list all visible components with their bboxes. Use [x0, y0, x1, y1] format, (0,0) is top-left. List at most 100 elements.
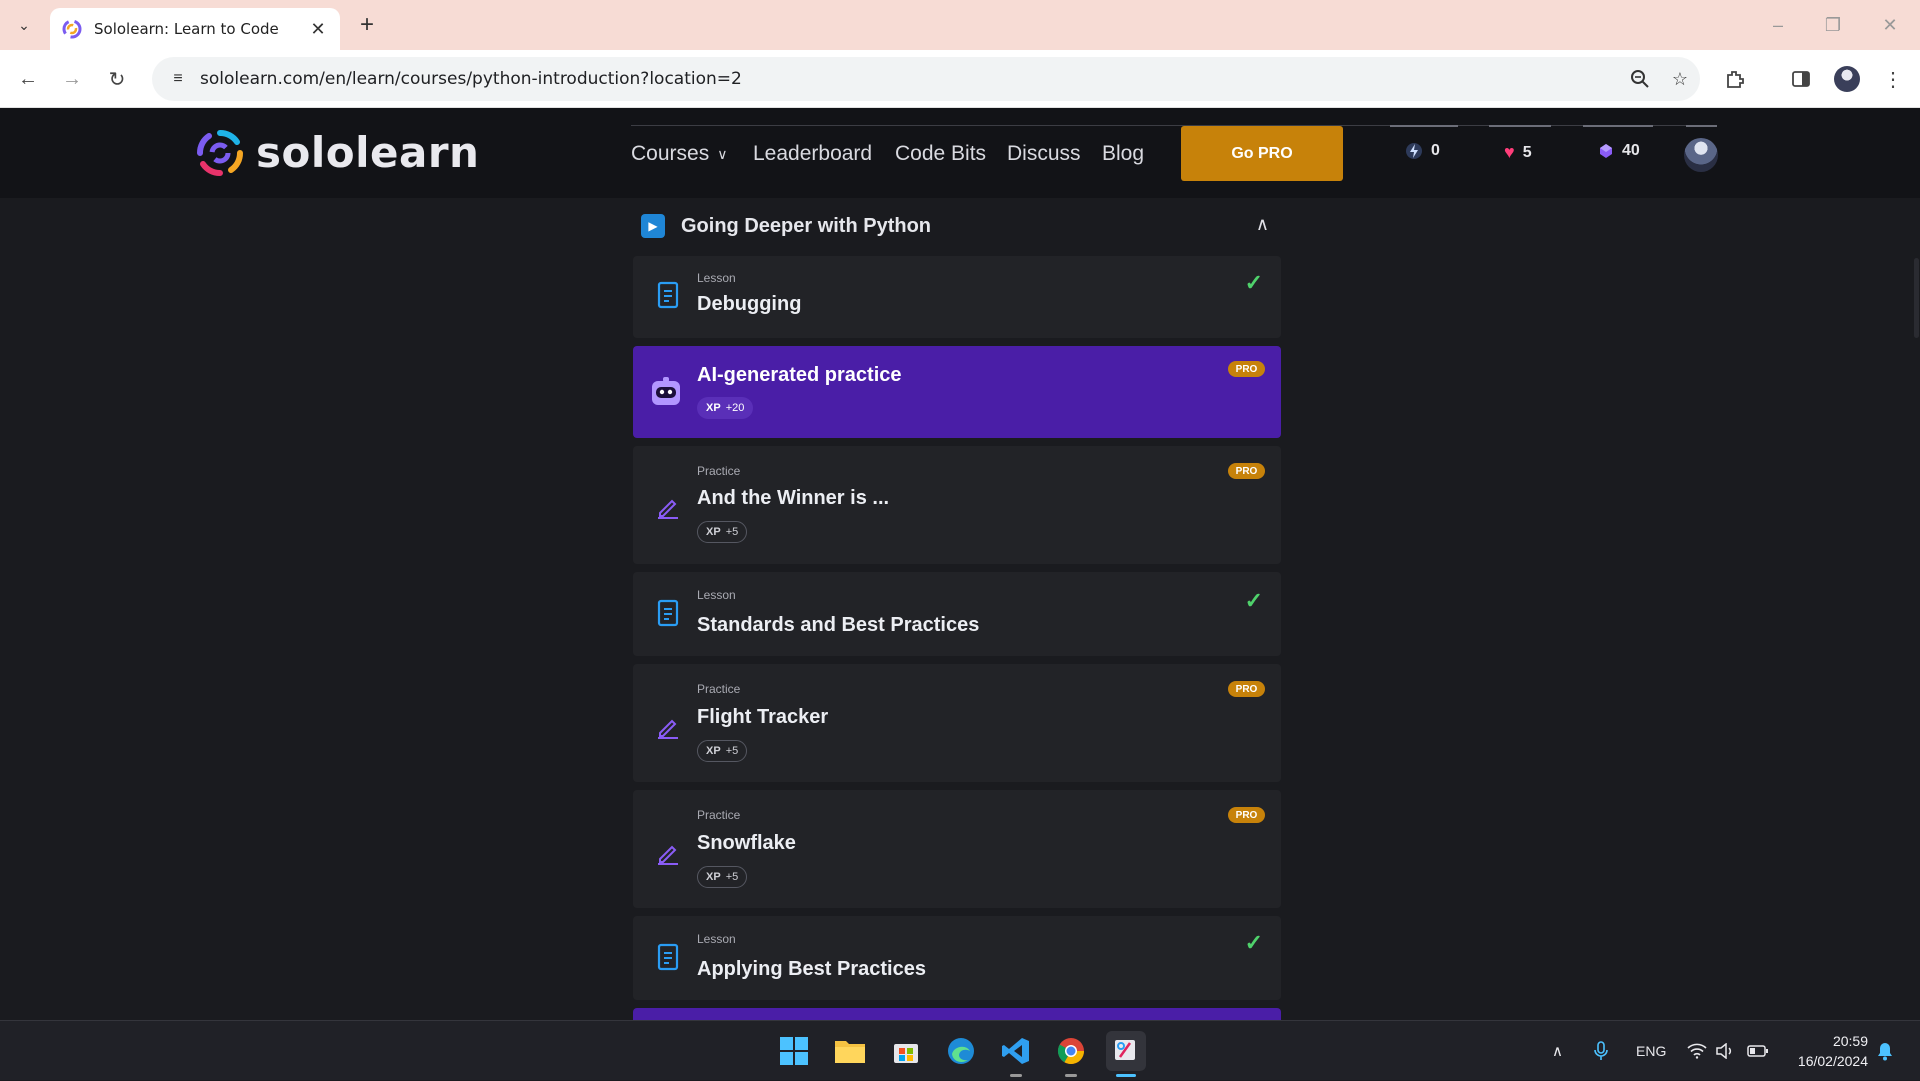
xp-label: XP — [706, 402, 721, 414]
item-title: Flight Tracker — [697, 706, 829, 728]
menu-icon[interactable]: ⋮ — [1876, 62, 1910, 96]
minimize-icon[interactable]: – — [1758, 10, 1798, 40]
file-explorer-icon[interactable] — [830, 1031, 870, 1071]
browser-toolbar: ← → ↻ ≡ sololearn.com/en/learn/courses/p… — [0, 50, 1920, 108]
item-title: And the Winner is ... — [697, 487, 890, 509]
language-indicator[interactable]: ENG — [1636, 1021, 1666, 1081]
pro-badge: PRO — [1228, 361, 1265, 377]
play-icon: ▶ — [641, 214, 665, 238]
plus-icon[interactable]: + — [352, 10, 382, 40]
lesson-item[interactable]: Lesson Debugging ✓ — [633, 256, 1281, 338]
stat-divider — [1390, 125, 1458, 127]
course-content: ▶ Going Deeper with Python ∧ Lesson Debu… — [0, 198, 1920, 1020]
lesson-document-icon — [653, 280, 683, 310]
practice-item[interactable]: Practice And the Winner is ... XP +5 PRO — [633, 446, 1281, 564]
checkmark-icon: ✓ — [1244, 930, 1263, 955]
xp-value: +20 — [725, 402, 745, 414]
practice-item[interactable]: Practice Flight Tracker XP +5 PRO — [633, 664, 1281, 782]
vscode-icon[interactable] — [996, 1031, 1036, 1077]
xp-badge: XP +5 — [697, 521, 748, 543]
nav-discuss[interactable]: Discuss — [1007, 142, 1081, 166]
xp-value: +5 — [725, 745, 739, 757]
xp-badge: XP +5 — [697, 866, 748, 888]
sololearn-logo[interactable]: sololearn — [196, 128, 479, 177]
item-type: Practice — [697, 682, 741, 696]
windows-start-icon[interactable] — [774, 1031, 814, 1071]
microsoft-store-icon[interactable] — [886, 1031, 926, 1071]
battery-icon[interactable] — [1747, 1021, 1769, 1081]
close-icon[interactable]: ✕ — [308, 19, 328, 40]
url-text[interactable]: sololearn.com/en/learn/courses/python-in… — [200, 69, 1620, 89]
zoom-icon[interactable] — [1620, 59, 1660, 99]
stat-divider — [1489, 125, 1551, 127]
xp-badge: XP +20 — [697, 397, 754, 419]
item-title: Snowflake — [697, 832, 796, 854]
item-type: Lesson — [697, 588, 736, 602]
gem-icon — [1600, 144, 1612, 158]
extensions-icon[interactable] — [1718, 62, 1752, 96]
snipping-tool-icon[interactable] — [1106, 1031, 1146, 1077]
logo-text: sololearn — [256, 128, 480, 177]
scrollbar[interactable] — [1914, 258, 1919, 338]
heart-icon: ♥ — [1504, 142, 1515, 162]
forward-icon[interactable]: → — [55, 62, 89, 96]
user-avatar[interactable] — [1684, 138, 1718, 172]
practice-item[interactable]: Practice Snowflake XP +5 PRO — [633, 790, 1281, 908]
lesson-document-icon — [653, 598, 683, 628]
item-title: Standards and Best Practices — [697, 614, 980, 636]
volume-icon[interactable] — [1716, 1021, 1734, 1081]
pro-badge: PRO — [1228, 807, 1265, 823]
streak-value: 0 — [1431, 142, 1440, 159]
tray-overflow-icon[interactable]: ∧ — [1552, 1021, 1563, 1081]
nav-courses[interactable]: Courses ∨ — [631, 142, 727, 166]
pro-badge: PRO — [1228, 463, 1265, 479]
item-title: Debugging — [697, 293, 802, 315]
xp-label: XP — [706, 745, 721, 757]
site-header: sololearn Courses ∨ Leaderboard Code Bit… — [0, 108, 1920, 198]
nav-code-bits[interactable]: Code Bits — [895, 142, 986, 166]
streak-counter[interactable]: 0 — [1405, 142, 1440, 160]
lesson-item[interactable]: Lesson Standards and Best Practices ✓ — [633, 572, 1281, 656]
hearts-value: 5 — [1522, 143, 1532, 161]
profile-avatar[interactable] — [1830, 62, 1864, 96]
address-bar[interactable]: ≡ sololearn.com/en/learn/courses/python-… — [152, 57, 1700, 101]
nav-divider — [631, 125, 1717, 126]
nav-leaderboard[interactable]: Leaderboard — [753, 142, 872, 166]
chevron-up-icon[interactable]: ∧ — [1256, 214, 1269, 235]
item-type: Lesson — [697, 932, 736, 946]
system-clock[interactable]: 20:59 16/02/2024 — [1786, 1031, 1868, 1071]
nav-blog[interactable]: Blog — [1102, 142, 1144, 166]
xp-value: +5 — [725, 526, 739, 538]
pencil-icon — [653, 838, 683, 868]
pencil-icon — [653, 492, 683, 522]
chrome-icon[interactable] — [1051, 1031, 1091, 1077]
clock-date: 16/02/2024 — [1797, 1053, 1868, 1069]
notification-bell-icon[interactable] — [1876, 1021, 1894, 1081]
reload-icon[interactable]: ↻ — [100, 62, 134, 96]
restore-icon[interactable]: ❐ — [1813, 10, 1853, 40]
wifi-icon[interactable] — [1687, 1021, 1707, 1081]
microphone-icon[interactable] — [1594, 1021, 1608, 1081]
hearts-counter[interactable]: ♥ 5 — [1504, 142, 1532, 163]
site-settings-icon[interactable]: ≡ — [166, 67, 190, 91]
running-indicator — [1010, 1074, 1022, 1077]
lesson-item[interactable]: Lesson Applying Best Practices ✓ — [633, 916, 1281, 1000]
tab-search-icon[interactable]: ⌄ — [8, 9, 40, 41]
xp-label: XP — [706, 526, 721, 538]
window-close-icon[interactable]: ✕ — [1870, 10, 1910, 40]
nav-courses-label: Courses — [631, 142, 710, 165]
go-pro-button[interactable]: Go PRO — [1181, 126, 1343, 181]
browser-tab[interactable]: Sololearn: Learn to Code ✕ — [50, 8, 340, 50]
ai-practice-item[interactable] — [633, 1008, 1281, 1020]
edge-icon[interactable] — [941, 1031, 981, 1071]
xp-badge: XP +5 — [697, 740, 748, 762]
item-type: Lesson — [697, 271, 736, 285]
checkmark-icon: ✓ — [1244, 270, 1263, 295]
module-header[interactable]: ▶ Going Deeper with Python ∧ — [633, 198, 1281, 254]
star-icon[interactable]: ☆ — [1660, 59, 1700, 99]
sololearn-favicon-icon — [62, 19, 82, 39]
back-icon[interactable]: ← — [11, 62, 45, 96]
gems-counter[interactable]: 40 — [1598, 142, 1640, 160]
side-panel-icon[interactable] — [1784, 62, 1818, 96]
ai-practice-item[interactable]: AI-generated practice XP +20 PRO — [633, 346, 1281, 438]
